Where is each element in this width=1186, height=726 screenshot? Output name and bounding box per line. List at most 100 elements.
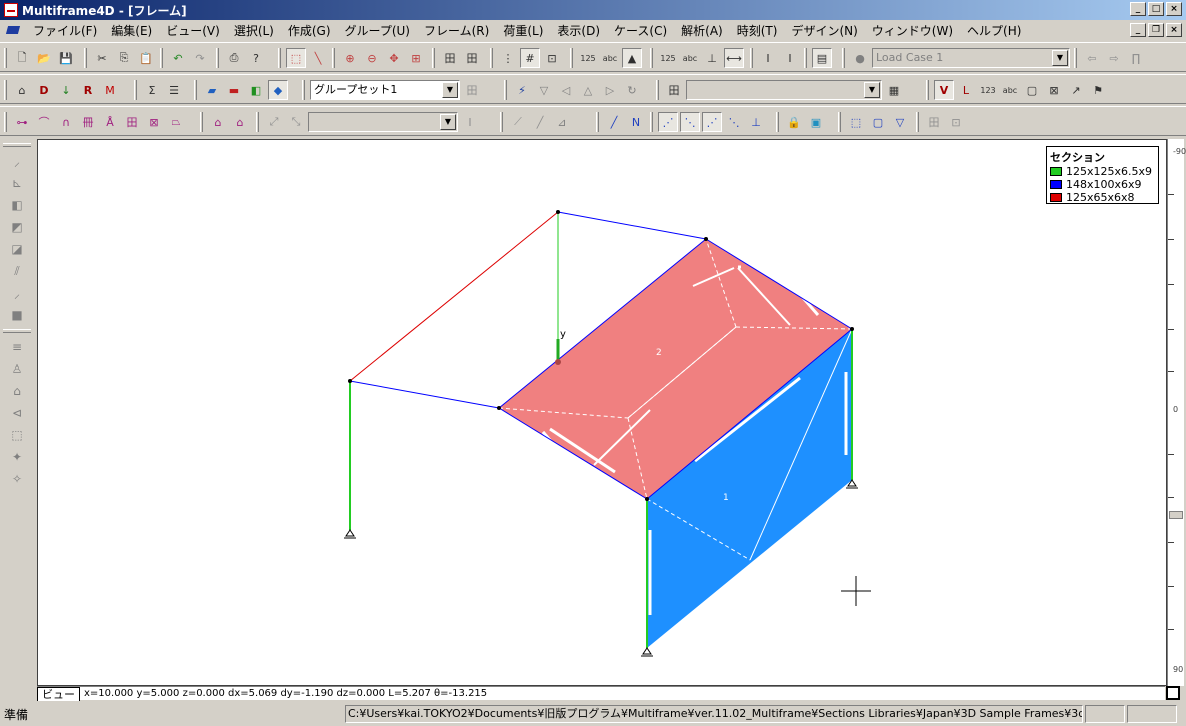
line-icon[interactable]: ╱ xyxy=(530,112,550,132)
left-arrow-icon[interactable]: ◁ xyxy=(556,80,576,100)
menu-case[interactable]: ケース(C) xyxy=(607,22,674,39)
menu-group[interactable]: グループ(U) xyxy=(338,22,417,39)
beam-icon[interactable]: ⊶ xyxy=(12,112,32,132)
paste-icon[interactable]: 📋 xyxy=(136,48,156,68)
select-box-icon[interactable]: ▢ xyxy=(868,112,888,132)
doc-restore-button[interactable]: ❐ xyxy=(1148,23,1164,37)
group-set-select[interactable]: グループセット1 ▼ xyxy=(310,80,460,100)
section-axes-icon[interactable]: Ⅰ xyxy=(780,48,800,68)
print-icon[interactable]: ⎙ xyxy=(224,48,244,68)
snap-grid-icon[interactable]: # xyxy=(520,48,540,68)
mesh-icon[interactable]: ▦ xyxy=(884,80,904,100)
chevron-down-icon[interactable]: ▼ xyxy=(864,82,880,98)
table-view-icon[interactable]: 田 xyxy=(924,112,944,132)
plate-tool-icon[interactable]: ◧ xyxy=(2,194,32,216)
document-icon[interactable] xyxy=(6,23,22,37)
menu-analyze[interactable]: 解析(A) xyxy=(674,22,730,39)
bridge-icon[interactable]: ⏢ xyxy=(166,112,186,132)
funnel-icon[interactable]: ▽ xyxy=(534,80,554,100)
cut-icon[interactable]: ✂ xyxy=(92,48,112,68)
save-icon[interactable]: 💾 xyxy=(56,48,76,68)
run-icon[interactable]: ● xyxy=(850,48,870,68)
truss-icon[interactable]: ⊠ xyxy=(144,112,164,132)
node-plus-icon[interactable]: ✧ xyxy=(2,468,32,490)
support-box-icon[interactable]: ⬚ xyxy=(2,424,32,446)
report-icon[interactable]: ▤ xyxy=(812,48,832,68)
minimize-button[interactable]: _ xyxy=(1130,2,1146,16)
node-support-icon[interactable]: ⊥ xyxy=(746,112,766,132)
shape-render-icon[interactable]: ◆ xyxy=(268,80,288,100)
export-icon[interactable]: ⊡ xyxy=(946,112,966,132)
doc-minimize-button[interactable]: _ xyxy=(1130,23,1146,37)
generate-select[interactable]: ▼ xyxy=(308,112,458,132)
select-rect-icon[interactable]: ⬚ xyxy=(286,48,306,68)
support-roller-icon[interactable]: ⌂ xyxy=(2,380,32,402)
load-case-select[interactable]: Load Case 1 ▼ xyxy=(872,48,1070,68)
node-split-icon[interactable]: ⋱ xyxy=(724,112,744,132)
line-dash-icon[interactable]: ⟋ xyxy=(508,112,528,132)
member-numbers-icon[interactable]: 125 xyxy=(658,48,678,68)
pan-icon[interactable]: ✥ xyxy=(384,48,404,68)
draw-chain-icon[interactable]: N xyxy=(626,112,646,132)
chevron-down-icon[interactable]: ▼ xyxy=(1052,50,1068,66)
member-select[interactable]: ▼ xyxy=(686,80,882,100)
load-arrow-icon[interactable]: ↓ xyxy=(56,80,76,100)
chevron-down-icon[interactable]: ▼ xyxy=(442,82,458,98)
tower-icon[interactable]: Å xyxy=(100,112,120,132)
new-icon[interactable]: 🗋 xyxy=(12,48,32,68)
shape-split-icon[interactable]: ◧ xyxy=(246,80,266,100)
section-icon[interactable]: Ⅰ xyxy=(758,48,778,68)
reaction-icon[interactable]: R xyxy=(78,80,98,100)
moment-icon[interactable]: M xyxy=(100,80,120,100)
path-icon[interactable]: ⤡ xyxy=(286,112,306,132)
help-icon[interactable]: ? xyxy=(246,48,266,68)
select-node-icon[interactable]: ⬚ xyxy=(846,112,866,132)
menu-time[interactable]: 時刻(T) xyxy=(730,22,785,39)
menu-load[interactable]: 荷重(L) xyxy=(496,22,550,39)
chevron-down-icon[interactable]: ▼ xyxy=(440,114,456,130)
select-line-icon[interactable]: ╲ xyxy=(308,48,328,68)
plate-icon[interactable]: ▣ xyxy=(806,112,826,132)
deflection-icon[interactable]: D xyxy=(34,80,54,100)
view-tab[interactable]: ビュー xyxy=(37,686,80,701)
view-text-icon[interactable]: abc xyxy=(1000,80,1020,100)
frame-canvas[interactable]: y 2 1 セクション 125x125x6.5x9 148x100x6x9 12… xyxy=(37,139,1167,686)
arch-icon[interactable]: ∩ xyxy=(56,112,76,132)
member-axes-icon[interactable]: ⊥ xyxy=(702,48,722,68)
node-add-icon[interactable]: ✦ xyxy=(2,446,32,468)
open-icon[interactable]: 📂 xyxy=(34,48,54,68)
lock-icon[interactable]: 🔒 xyxy=(784,112,804,132)
view-l-icon[interactable]: L xyxy=(956,80,976,100)
slope-tool-icon[interactable]: ◩ xyxy=(2,216,32,238)
spring-icon[interactable]: ≡ xyxy=(2,336,32,358)
portal-icon[interactable]: 冊 xyxy=(78,112,98,132)
frame-window2-icon[interactable]: 田 xyxy=(462,48,482,68)
step-tool-icon[interactable]: ⸝ xyxy=(2,282,32,304)
sum-icon[interactable]: Σ xyxy=(142,80,162,100)
support-pin-icon[interactable]: ♙ xyxy=(2,358,32,380)
close-button[interactable]: × xyxy=(1166,2,1182,16)
member-tool-icon[interactable]: ⊾ xyxy=(2,172,32,194)
menu-design[interactable]: デザイン(N) xyxy=(784,22,864,39)
zoom-in-icon[interactable]: ⊕ xyxy=(340,48,360,68)
menu-window[interactable]: ウィンドウ(W) xyxy=(865,22,960,39)
support-side-icon[interactable]: ⊲ xyxy=(2,402,32,424)
menu-file[interactable]: ファイル(F) xyxy=(26,22,104,39)
menu-frame[interactable]: フレーム(R) xyxy=(417,22,496,39)
measure-icon[interactable]: ⊿ xyxy=(552,112,572,132)
up-arrow-icon[interactable]: △ xyxy=(578,80,598,100)
table-icon[interactable]: ☰ xyxy=(164,80,184,100)
prev-case-icon[interactable]: ⇦ xyxy=(1082,48,1102,68)
node-labels-icon[interactable]: abc xyxy=(600,48,620,68)
corner-box[interactable] xyxy=(1166,686,1180,700)
extrude-icon[interactable]: ⤢ xyxy=(264,112,284,132)
node-select-icon[interactable]: ⋰ xyxy=(658,112,678,132)
ruler-thumb[interactable] xyxy=(1169,511,1183,519)
grid-dots-icon[interactable]: ⋮ xyxy=(498,48,518,68)
member-labels-icon[interactable]: abc xyxy=(680,48,700,68)
lightning-icon[interactable]: ⚡ xyxy=(512,80,532,100)
maximize-button[interactable]: □ xyxy=(1148,2,1164,16)
stairs-tool-icon[interactable]: ⫽ xyxy=(2,260,32,282)
node-symbols-icon[interactable]: ▲ xyxy=(622,48,642,68)
menu-help[interactable]: ヘルプ(H) xyxy=(960,22,1028,39)
